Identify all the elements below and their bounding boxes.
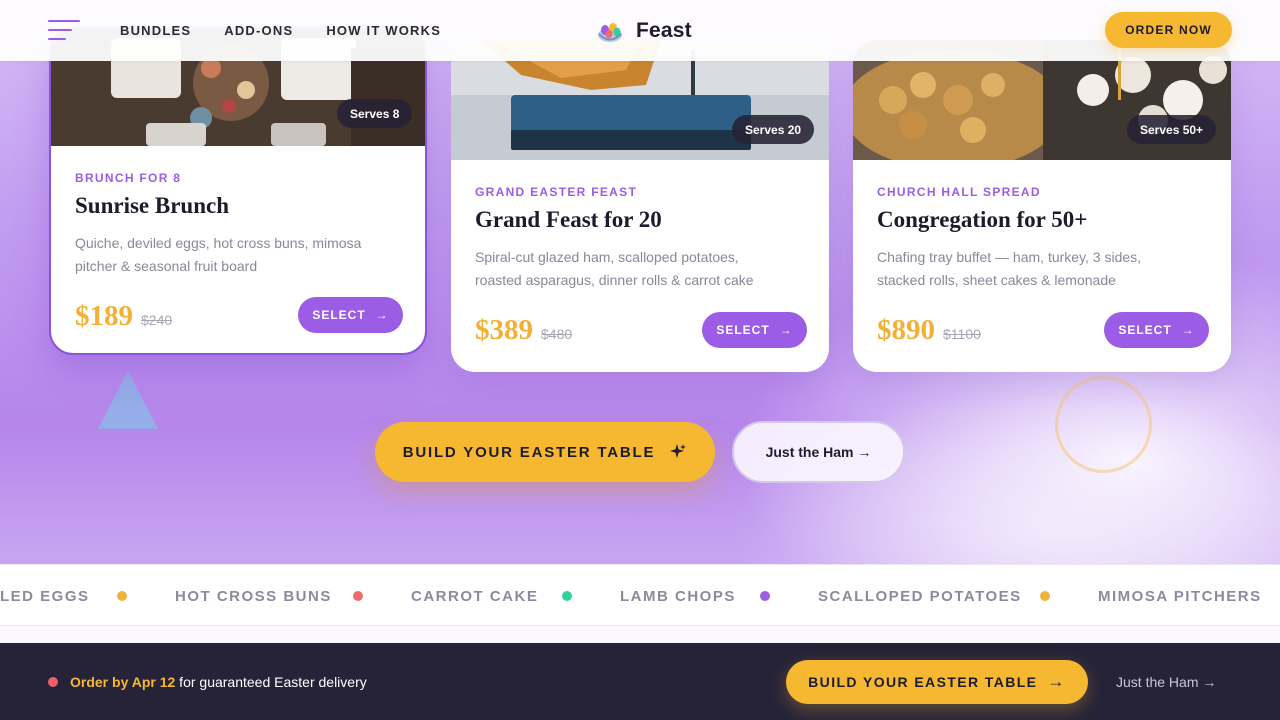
bottom-just-the-ham-link[interactable]: Just the Ham → — [1116, 674, 1216, 690]
card-description: Chafing tray buffet — ham, turkey, 3 sid… — [877, 249, 1142, 288]
arrow-right-icon: → — [1047, 672, 1066, 691]
card-old-price: $480 — [541, 326, 573, 342]
menu-icon[interactable] — [48, 20, 82, 42]
ticker-dot — [760, 591, 770, 601]
ring-decoration — [1055, 376, 1152, 473]
select-label: SELECT — [716, 323, 770, 337]
ticker-dot — [117, 591, 127, 601]
main-nav: BUNDLES ADD-ONS HOW IT WORKS — [120, 23, 441, 38]
triangle-decoration — [98, 371, 158, 429]
select-button[interactable]: SELECT → — [702, 312, 807, 348]
card-eyebrow: CHURCH HALL SPREAD — [877, 185, 1041, 199]
card-price: $890 — [877, 314, 935, 346]
brand[interactable]: Feast — [596, 17, 692, 45]
alert-dot-icon — [48, 677, 58, 687]
delivery-notice-text: for guaranteed Easter delivery — [175, 674, 367, 690]
ticker-item: MIMOSA PITCHERS — [1098, 588, 1262, 605]
nav-add-ons[interactable]: ADD-ONS — [224, 23, 293, 38]
card-eyebrow: GRAND EASTER FEAST — [475, 185, 638, 199]
select-button[interactable]: SELECT → — [1104, 312, 1209, 348]
just-the-ham-button[interactable]: Just the Ham → — [732, 421, 905, 483]
card-title: Sunrise Brunch — [75, 193, 230, 218]
bundle-card-brunch[interactable]: Serves 8 BRUNCH FOR 8 Sunrise Brunch Qui… — [49, 26, 427, 355]
card-price: $189 — [75, 300, 133, 332]
select-label: SELECT — [312, 308, 366, 322]
card-description: Spiral-cut glazed ham, scalloped potatoe… — [475, 249, 754, 288]
delivery-notice: Order by Apr 12 for guaranteed Easter de… — [70, 674, 367, 690]
card-old-price: $240 — [141, 312, 173, 328]
order-deadline: Order by Apr 12 — [70, 674, 176, 690]
arrow-right-icon: → — [1181, 323, 1195, 337]
bottom-build-table-button[interactable]: BUILD YOUR EASTER TABLE → — [786, 660, 1088, 704]
basket-logo-icon — [598, 23, 622, 42]
arrow-right-icon: → — [779, 323, 793, 337]
ticker-dot — [562, 591, 572, 601]
ticker-item: HOT CROSS BUNS — [175, 588, 332, 605]
build-table-button[interactable]: BUILD YOUR EASTER TABLE — [375, 422, 715, 482]
ticker-item: LED EGGS — [0, 588, 90, 605]
ticker-item: CARROT CAKE — [411, 588, 539, 605]
ticker-dot — [1040, 591, 1050, 601]
card-price: $389 — [475, 314, 533, 346]
select-label: SELECT — [1118, 323, 1172, 337]
card-title: Grand Feast for 20 — [475, 207, 662, 232]
sticky-order-bar: Order by Apr 12 for guaranteed Easter de… — [0, 643, 1280, 720]
ticker-item: SCALLOPED POTATOES — [818, 588, 1022, 605]
card-description: Quiche, deviled eggs, hot cross buns, mi… — [75, 235, 362, 274]
bundle-card-grand-feast[interactable]: Serves 20 GRAND EASTER FEAST Grand Feast… — [451, 40, 829, 372]
ticker-dot — [353, 591, 363, 601]
menu-ticker: LED EGGS HOT CROSS BUNS CARROT CAKE LAMB… — [0, 564, 1280, 626]
bottom-build-table-label: BUILD YOUR EASTER TABLE — [808, 674, 1038, 690]
card-eyebrow: BRUNCH FOR 8 — [75, 171, 182, 185]
site-header: BUNDLES ADD-ONS HOW IT WORKS Feast ORDER… — [0, 0, 1280, 61]
brand-name: Feast — [636, 19, 692, 42]
arrow-right-icon: → — [375, 308, 389, 322]
nav-bundles[interactable]: BUNDLES — [120, 23, 191, 38]
card-old-price: $1100 — [943, 326, 981, 342]
select-button[interactable]: SELECT → — [298, 297, 403, 333]
nav-how-it-works[interactable]: HOW IT WORKS — [326, 23, 441, 38]
build-table-label: BUILD YOUR EASTER TABLE — [402, 443, 656, 461]
serves-badge: Serves 8 — [337, 99, 413, 128]
serves-badge: Serves 20 — [732, 115, 815, 144]
ticker-item: LAMB CHOPS — [620, 588, 736, 605]
serves-badge: Serves 50+ — [1127, 115, 1217, 144]
bundle-card-church-hall[interactable]: Serves 50+ CHURCH HALL SPREAD Congregati… — [853, 40, 1231, 372]
order-now-button[interactable]: ORDER NOW — [1105, 12, 1232, 48]
sparkle-icon — [670, 444, 687, 458]
card-title: Congregation for 50+ — [877, 207, 1088, 232]
